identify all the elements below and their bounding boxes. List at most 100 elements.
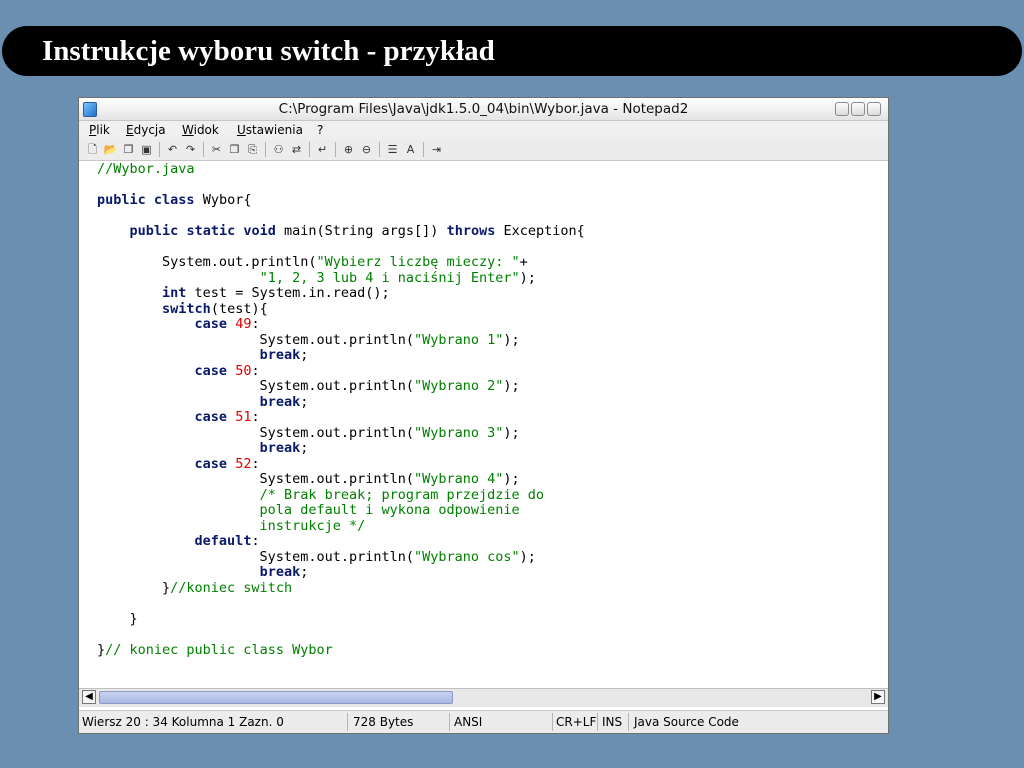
code-text: ; [300, 564, 309, 580]
code-text: : [251, 533, 260, 549]
code-text: (test){ [210, 301, 268, 317]
menu-widok[interactable]: Widok [182, 123, 219, 137]
code-text: System.out.println( [97, 378, 414, 394]
zoom-out-icon[interactable]: ⊖ [359, 142, 374, 157]
toolbar-separator [423, 142, 424, 157]
code-text: System.out.println( [97, 549, 414, 565]
code-line: "1, 2, 3 lub 4 i naciśnij Enter"); [97, 270, 536, 286]
code-string: "Wybrano 4" [413, 471, 504, 487]
maximize-button[interactable] [851, 102, 865, 116]
code-line: case 50: [97, 363, 260, 379]
code-line: case 52: [97, 456, 260, 472]
code-line: } [97, 611, 138, 627]
code-text: Exception{ [495, 223, 585, 239]
menu-edycja[interactable]: Edycja [126, 123, 166, 137]
code-keyword: public [97, 192, 146, 208]
redo-icon[interactable]: ↷ [183, 142, 198, 157]
copy-icon[interactable]: ❐ [227, 142, 242, 157]
cut-icon[interactable]: ✂ [209, 142, 224, 157]
close-button[interactable] [867, 102, 881, 116]
code-keyword: static [186, 223, 236, 239]
code-text: System.out.println( [97, 332, 414, 348]
scheme-icon[interactable]: ☰ [385, 142, 400, 157]
code-keyword: case [194, 363, 228, 379]
code-keyword: case [194, 456, 228, 472]
font-icon[interactable]: A [403, 142, 418, 157]
status-separator [552, 713, 553, 731]
code-line: System.out.println("Wybrano 4"); [97, 471, 520, 487]
code-comment: instrukcje */ [97, 518, 366, 534]
code-line: instrukcje */ [97, 518, 366, 534]
toolbar-separator [379, 142, 380, 157]
code-keyword: throws [446, 223, 496, 239]
code-editor[interactable]: //Wybor.java public class Wybor{ public s… [79, 161, 888, 686]
code-text: + [519, 254, 528, 270]
code-line: System.out.println("Wybrano 1"); [97, 332, 520, 348]
code-line: break; [97, 394, 309, 410]
code-text: } [97, 580, 171, 596]
code-string: "Wybrano 1" [413, 332, 504, 348]
scroll-left-icon[interactable]: ◀ [82, 690, 96, 704]
scroll-right-icon[interactable]: ▶ [871, 690, 885, 704]
code-text: ); [503, 332, 520, 348]
code-keyword: int [162, 285, 187, 301]
minimize-button[interactable] [835, 102, 849, 116]
code-text: ; [300, 394, 309, 410]
status-separator [628, 713, 629, 731]
exit-icon[interactable]: ⇥ [429, 142, 444, 157]
window-caption: C:\Program Files\Java\jdk1.5.0_04\bin\Wy… [278, 101, 689, 117]
find-icon[interactable]: ⚇ [271, 142, 286, 157]
code-text: ; [300, 440, 309, 456]
new-file-icon[interactable]: 🗋 [85, 142, 100, 157]
code-text: : [251, 456, 260, 472]
menu-plik[interactable]: Plik [89, 123, 110, 137]
window-caption-bar[interactable]: C:\Program Files\Java\jdk1.5.0_04\bin\Wy… [79, 98, 888, 121]
zoom-in-icon[interactable]: ⊕ [341, 142, 356, 157]
code-line: /* Brak break; program przejdzie do [97, 487, 544, 503]
paste-icon[interactable]: ⎘ [245, 142, 260, 157]
horizontal-scrollbar[interactable]: ◀ ▶ [79, 688, 888, 707]
code-comment: //koniec switch [170, 580, 293, 596]
code-text: test = System.in.read(); [186, 285, 390, 301]
undo-icon[interactable]: ↶ [165, 142, 180, 157]
code-string: "Wybrano 2" [413, 378, 504, 394]
status-line-endings: CR+LF [556, 715, 597, 729]
code-keyword: break [259, 564, 301, 580]
code-line: System.out.println("Wybrano cos"); [97, 549, 536, 565]
toolbar: 🗋 📂 ❐ ▣ ↶ ↷ ✂ ❐ ⎘ ⚇ ⇄ ↵ ⊕ ⊖ ☰ A ⇥ [79, 139, 888, 161]
code-comment: /* Brak break; program przejdzie do [259, 487, 545, 503]
menu-help[interactable]: ? [317, 123, 323, 137]
code-string: "Wybrano cos" [413, 549, 520, 565]
menu-ustawienia[interactable]: Ustawienia [237, 123, 303, 137]
save-icon[interactable]: ▣ [139, 142, 154, 157]
code-keyword: break [259, 347, 301, 363]
open-file-icon[interactable]: 📂 [103, 142, 118, 157]
code-line: switch(test){ [97, 301, 268, 317]
code-text: : [251, 363, 260, 379]
word-wrap-icon[interactable]: ↵ [315, 142, 330, 157]
menu-bar: Plik Edycja Widok Ustawienia ? [79, 121, 888, 139]
code-text: ; [300, 347, 309, 363]
code-keyword: default [194, 533, 252, 549]
code-text: : [251, 409, 260, 425]
code-line: System.out.println("Wybierz liczbę miecz… [97, 254, 528, 270]
code-keyword: break [259, 440, 301, 456]
replace-icon[interactable]: ⇄ [289, 142, 304, 157]
code-string: "Wybierz liczbę mieczy: " [316, 254, 520, 270]
code-text: System.out.println( [97, 254, 317, 270]
scrollbar-thumb[interactable] [99, 691, 453, 704]
status-separator [347, 713, 348, 731]
code-text: System.out.println( [97, 471, 414, 487]
code-line: case 49: [97, 316, 260, 332]
code-string: "Wybrano 3" [413, 425, 504, 441]
code-line: //Wybor.java [97, 161, 195, 177]
browse-icon[interactable]: ❐ [121, 142, 136, 157]
